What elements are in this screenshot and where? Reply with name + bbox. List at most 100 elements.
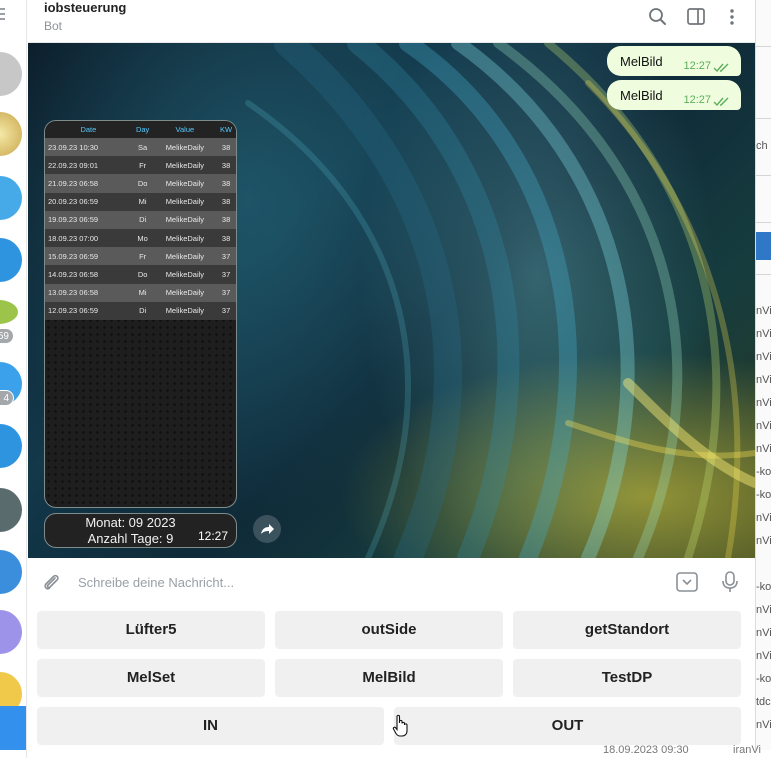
- table-cell: 22.09.23 09:01: [45, 156, 132, 175]
- bg-text: nVi: [756, 443, 771, 455]
- table-cell: 38: [216, 138, 236, 157]
- forward-icon[interactable]: [253, 515, 281, 543]
- table-cell: MelikeDaily: [153, 192, 217, 211]
- table-row: 15.09.23 06:59 Fr MelikeDaily 37: [45, 247, 236, 266]
- table-header-cell: Day: [131, 121, 154, 138]
- table-cell: Do: [131, 265, 154, 284]
- message-composer: [28, 558, 755, 606]
- table-cell: 19.09.23 06:59: [45, 210, 132, 229]
- bg-text: nVi: [756, 420, 771, 432]
- keyboard-button-in[interactable]: IN: [37, 707, 384, 745]
- table-cell: MelikeDaily: [153, 301, 217, 320]
- unread-badge: 59: [0, 328, 14, 344]
- table-cell: Mi: [131, 283, 154, 302]
- bg-text: -ko: [756, 673, 771, 685]
- data-table: Date Day Value KW 23.09.23 10:30 Sa Melike…: [45, 121, 236, 320]
- table-row: 14.09.23 06:58 Do MelikeDaily 37: [45, 265, 236, 284]
- bot-keyboard-icon[interactable]: [675, 571, 699, 598]
- chat-list-sidebar: 59 4: [0, 0, 27, 758]
- message-caption[interactable]: Monat: 09 2023 Anzahl Tage: 9 12:27: [44, 513, 237, 548]
- bg-text: nVi: [756, 397, 771, 409]
- table-cell: Mo: [131, 228, 154, 248]
- table-row: 13.09.23 06:58 Mi MelikeDaily 37: [45, 283, 236, 302]
- bg-blue-bar: [756, 232, 771, 260]
- hamburger-menu-icon[interactable]: [0, 8, 6, 20]
- chat-avatar[interactable]: [0, 52, 22, 96]
- message-time: 12:27: [683, 94, 711, 106]
- image-message[interactable]: Date Day Value KW 23.09.23 10:30 Sa Melike…: [44, 120, 237, 508]
- table-header-cell: Date: [45, 121, 132, 138]
- table-cell: 38: [216, 210, 236, 229]
- table-cell: 20.09.23 06:59: [45, 192, 132, 211]
- table-row: 19.09.23 06:59 Di MelikeDaily 38: [45, 210, 236, 229]
- double-check-icon: [713, 61, 731, 76]
- table-row: 22.09.23 09:01 Fr MelikeDaily 38: [45, 156, 236, 175]
- table-cell: Fr: [131, 247, 154, 266]
- unread-badge: 4: [0, 390, 14, 406]
- table-cell: 38: [216, 228, 236, 248]
- table-cell: MelikeDaily: [153, 265, 217, 284]
- message-time: 12:27: [683, 60, 711, 72]
- bg-text: nVi: [756, 328, 771, 340]
- table-cell: 37: [216, 265, 236, 284]
- chat-messages-area[interactable]: MelBild 12:27 MelBild 12:27 Date Day Val…: [28, 43, 755, 558]
- keyboard-button-melset[interactable]: MelSet: [37, 659, 265, 697]
- sidebar-toggle-icon[interactable]: [684, 6, 708, 28]
- chat-avatar[interactable]: [0, 238, 22, 282]
- bg-text: nVi: [756, 512, 771, 524]
- table-cell: 38: [216, 192, 236, 211]
- message-text: MelBild: [620, 54, 663, 69]
- chat-avatar[interactable]: [0, 488, 22, 532]
- outgoing-message[interactable]: MelBild 12:27: [607, 80, 741, 110]
- bg-text: nVi: [756, 535, 771, 547]
- keyboard-button-melbild[interactable]: MelBild: [275, 659, 503, 697]
- bg-text: tdc: [756, 696, 771, 708]
- bg-text: nVi: [756, 351, 771, 363]
- bg-text: -ko: [756, 581, 771, 593]
- table-cell: Fr: [131, 156, 154, 175]
- keyboard-button-lufter5[interactable]: Lüfter5: [37, 611, 265, 649]
- table-cell: 23.09.23 10:30: [45, 138, 132, 157]
- table-cell: 37: [216, 283, 236, 302]
- chat-title: iobsteuerung: [44, 0, 127, 15]
- mouse-cursor-icon: [392, 714, 410, 743]
- bg-text: nVi: [756, 719, 771, 731]
- table-cell: 21.09.23 06:58: [45, 174, 132, 193]
- table-cell: MelikeDaily: [153, 247, 217, 266]
- keyboard-button-testdp[interactable]: TestDP: [513, 659, 741, 697]
- table-row: 21.09.23 06:58 Do MelikeDaily 38: [45, 174, 236, 193]
- table-cell: MelikeDaily: [153, 228, 217, 248]
- chat-avatar[interactable]: [0, 300, 18, 324]
- bg-text: nVi: [756, 305, 771, 317]
- chat-avatar[interactable]: [0, 424, 22, 468]
- message-text: MelBild: [620, 88, 663, 103]
- footer-text: iranVi: [733, 744, 761, 756]
- paperclip-icon[interactable]: [40, 571, 62, 598]
- table-cell: Sa: [131, 138, 154, 157]
- chat-avatar[interactable]: [0, 176, 22, 220]
- bg-text: ch r: [756, 140, 771, 152]
- table-cell: 13.09.23 06:58: [45, 283, 132, 302]
- chat-header[interactable]: iobsteuerung Bot: [28, 0, 755, 43]
- table-cell: 37: [216, 247, 236, 266]
- chat-avatar[interactable]: [0, 610, 22, 654]
- message-input[interactable]: [78, 572, 638, 592]
- table-cell: 14.09.23 06:58: [45, 265, 132, 284]
- table-cell: MelikeDaily: [153, 156, 217, 175]
- keyboard-button-getstandort[interactable]: getStandort: [513, 611, 741, 649]
- message-time: 12:27: [197, 529, 228, 543]
- chat-avatar[interactable]: [0, 550, 22, 594]
- bot-reply-keyboard: Lüfter5 outSide getStandort MelSet MelBi…: [28, 606, 755, 752]
- table-header-cell: Value: [153, 121, 217, 138]
- table-row: 23.09.23 10:30 Sa MelikeDaily 38: [45, 138, 236, 157]
- more-vertical-icon[interactable]: [720, 6, 744, 28]
- table-row: 18.09.23 07:00 Mo MelikeDaily 38: [45, 228, 236, 248]
- keyboard-button-out[interactable]: OUT: [394, 707, 741, 745]
- table-header-row: Date Day Value KW: [45, 121, 236, 138]
- chat-avatar[interactable]: [0, 112, 22, 156]
- search-icon[interactable]: [646, 6, 670, 28]
- outgoing-message[interactable]: MelBild 12:27: [607, 46, 741, 76]
- microphone-icon[interactable]: [720, 570, 740, 599]
- active-chat-indicator: [0, 706, 26, 750]
- keyboard-button-outside[interactable]: outSide: [275, 611, 503, 649]
